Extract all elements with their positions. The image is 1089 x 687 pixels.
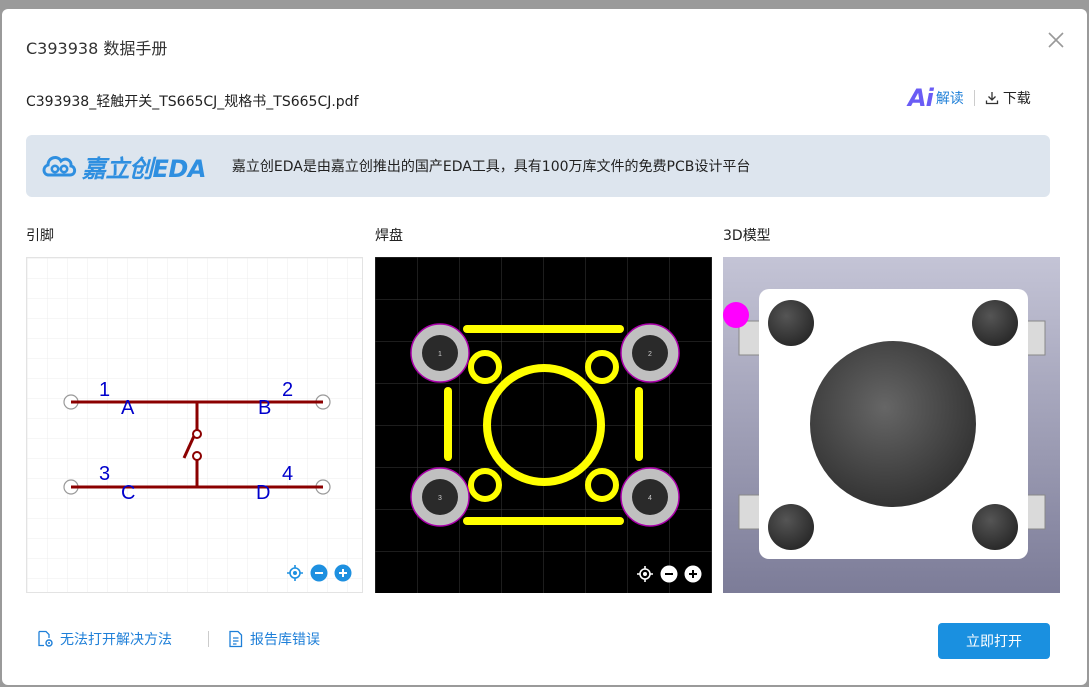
- pin-name-c: C: [121, 482, 135, 504]
- origin-marker: [723, 302, 749, 328]
- report-error-link[interactable]: 报告库错误: [228, 629, 320, 649]
- schematic-zoom-controls: [286, 564, 352, 582]
- banner-description: 嘉立创EDA是由嘉立创推出的国产EDA工具，具有100万库文件的免费PCB设计平…: [231, 159, 751, 175]
- eda-banner[interactable]: 嘉立创EDA 嘉立创EDA是由嘉立创推出的国产EDA工具，具有100万库文件的免…: [26, 135, 1050, 197]
- pin-number-1: 1: [99, 379, 110, 401]
- toolbar-actions: Ai 解读 下载: [908, 85, 1031, 111]
- switch-contact: [192, 429, 202, 439]
- actuator-button: [810, 341, 976, 507]
- pad-number-3: 3: [438, 495, 442, 502]
- pin-number-4: 4: [282, 463, 293, 485]
- download-label: 下载: [1002, 91, 1031, 107]
- cloud-logo-icon: [42, 156, 77, 177]
- pin-number-2: 2: [282, 379, 293, 401]
- zoom-in-icon[interactable]: [334, 564, 352, 582]
- footprint-preview[interactable]: 1 2 3 4: [375, 257, 712, 593]
- corner-post: [972, 504, 1018, 550]
- switch-contact: [192, 451, 202, 461]
- open-now-button[interactable]: 立即打开: [938, 623, 1050, 659]
- 3d-model-preview[interactable]: [723, 257, 1060, 593]
- cannot-open-label: 无法打开解决方法: [60, 632, 172, 648]
- ai-logo[interactable]: Ai: [908, 86, 934, 110]
- schematic-canvas: 1 2 3 4 A B C D: [27, 258, 362, 592]
- ai-interpret-link[interactable]: 解读: [936, 88, 964, 108]
- settings-doc-icon: [38, 630, 53, 647]
- report-doc-icon: [229, 630, 243, 648]
- pin-name-d: D: [256, 482, 270, 504]
- cannot-open-help-link[interactable]: 无法打开解决方法: [36, 629, 172, 649]
- footprint-canvas: 1 2 3 4: [375, 257, 712, 593]
- locate-icon[interactable]: [286, 564, 304, 582]
- pin-number-3: 3: [99, 463, 110, 485]
- divider: [973, 90, 975, 106]
- pad-number-4: 4: [648, 495, 652, 502]
- 3d-model-canvas: [723, 257, 1060, 593]
- zoom-out-icon[interactable]: [660, 565, 678, 583]
- download-icon: [985, 92, 998, 105]
- eda-logo-text: 嘉立创EDA: [82, 154, 206, 183]
- corner-post: [972, 300, 1018, 346]
- locate-icon[interactable]: [636, 565, 654, 583]
- pad-number-2: 2: [648, 351, 652, 358]
- corner-post: [768, 504, 814, 550]
- download-button[interactable]: 下载: [985, 88, 1031, 108]
- pads-section-label: 焊盘: [375, 228, 403, 244]
- report-error-label: 报告库错误: [250, 632, 320, 648]
- model-section-label: 3D模型: [723, 228, 771, 244]
- pad-number-1: 1: [438, 351, 442, 358]
- zoom-out-icon[interactable]: [310, 564, 328, 582]
- footer-divider: [208, 631, 209, 647]
- close-icon[interactable]: [1044, 28, 1068, 52]
- footprint-zoom-controls: [636, 565, 702, 583]
- schematic-preview[interactable]: 1 2 3 4 A B C D: [26, 257, 363, 593]
- corner-post: [768, 300, 814, 346]
- eda-logo: 嘉立创EDA: [40, 149, 206, 184]
- pins-section-label: 引脚: [26, 228, 54, 244]
- pin-name-b: B: [258, 397, 271, 419]
- pin-name-a: A: [121, 397, 135, 419]
- datasheet-dialog: C393938 数据手册 C393938_轻触开关_TS665CJ_规格书_TS…: [2, 9, 1087, 685]
- file-name: C393938_轻触开关_TS665CJ_规格书_TS665CJ.pdf: [26, 94, 359, 110]
- zoom-in-icon[interactable]: [684, 565, 702, 583]
- dialog-title: C393938 数据手册: [26, 39, 168, 58]
